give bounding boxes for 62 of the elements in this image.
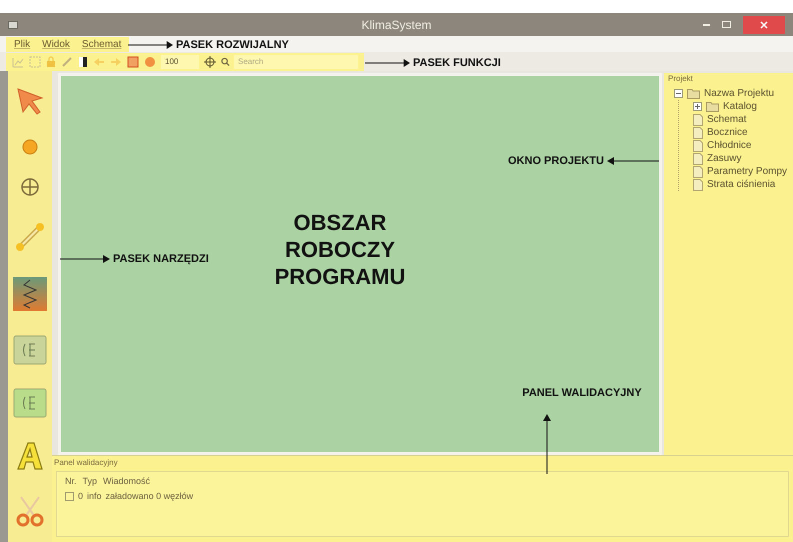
canvas-label: OBSZAR ROBOCZY PROGRAMU bbox=[274, 208, 406, 290]
menu-item[interactable]: Plik bbox=[14, 36, 30, 52]
search-field[interactable]: Search bbox=[234, 54, 358, 68]
spring-tile-icon[interactable] bbox=[12, 276, 48, 312]
annotation-arrow bbox=[128, 41, 173, 50]
folder-icon bbox=[687, 88, 700, 99]
column-header: Wiadomość bbox=[103, 475, 150, 488]
tree-item[interactable]: Chłodnice bbox=[707, 138, 752, 153]
maximize-button[interactable] bbox=[722, 21, 731, 28]
column-header: Typ bbox=[82, 475, 98, 488]
minimize-button[interactable] bbox=[703, 24, 710, 26]
folder-icon bbox=[706, 101, 719, 112]
valve-tile-icon[interactable] bbox=[13, 388, 47, 418]
zoom-field[interactable]: 100 bbox=[161, 54, 199, 68]
menu-item[interactable]: Schemat bbox=[82, 36, 122, 52]
close-icon bbox=[760, 20, 768, 28]
search-icon[interactable] bbox=[221, 56, 230, 66]
stop-icon[interactable] bbox=[144, 56, 156, 68]
valve-tile-icon[interactable] bbox=[13, 335, 47, 365]
file-icon bbox=[693, 140, 703, 152]
crosshair-icon[interactable] bbox=[204, 56, 216, 68]
annotation-label: PASEK ROZWIJALNY bbox=[176, 38, 289, 53]
tree-item[interactable]: Bocznice bbox=[707, 125, 748, 140]
table-cell: załadowano 0 węzłów bbox=[106, 490, 194, 503]
app-icon bbox=[8, 20, 18, 28]
panel-title: Panel walidacyjny bbox=[53, 457, 119, 469]
annotation-arrow bbox=[60, 255, 110, 264]
crosshair-circle-icon[interactable] bbox=[20, 177, 40, 198]
arrow-pointer-icon[interactable] bbox=[15, 86, 45, 116]
close-button[interactable] bbox=[743, 16, 785, 34]
collapse-icon[interactable] bbox=[674, 89, 683, 98]
annotation-arrow bbox=[365, 59, 410, 68]
tree-item[interactable]: Nazwa Projektu bbox=[704, 86, 774, 101]
circle-icon[interactable] bbox=[22, 138, 38, 155]
grid-icon[interactable] bbox=[127, 56, 139, 68]
eraser-icon[interactable] bbox=[78, 56, 88, 68]
scissors-icon[interactable] bbox=[15, 494, 45, 527]
expand-icon[interactable] bbox=[693, 102, 702, 111]
tree-item[interactable]: Schemat bbox=[707, 112, 746, 127]
menu-item[interactable]: Widok bbox=[42, 36, 70, 52]
file-icon bbox=[693, 126, 703, 138]
checkbox[interactable] bbox=[65, 492, 74, 501]
annotation-label: PASEK FUNKCJI bbox=[413, 56, 501, 71]
table-cell-text: 0 bbox=[78, 490, 84, 502]
file-icon bbox=[693, 152, 703, 164]
column-header: Nr. bbox=[65, 475, 77, 488]
tree-item[interactable]: Zasuwy bbox=[707, 151, 742, 166]
annotation-arrow bbox=[606, 157, 659, 166]
tree-item[interactable]: Katalog bbox=[723, 99, 757, 114]
panel-title: Projekt bbox=[668, 73, 693, 85]
file-icon bbox=[693, 166, 703, 178]
file-icon bbox=[693, 114, 703, 126]
window-title: KlimaSystem bbox=[360, 16, 432, 34]
wand-icon[interactable] bbox=[61, 56, 73, 68]
tree-item[interactable]: Parametry Pompy bbox=[707, 164, 788, 179]
file-icon bbox=[693, 178, 703, 190]
annotation-label: PASEK NARZĘDZI bbox=[113, 252, 209, 267]
annotation-label: OKNO PROJEKTU bbox=[508, 154, 604, 169]
tree-item[interactable]: Strata ciśnienia bbox=[707, 177, 776, 192]
table-cell-text: info bbox=[87, 490, 102, 502]
annotation-arrow bbox=[543, 414, 551, 474]
annotation-label: PANEL WALIDACYJNY bbox=[522, 386, 642, 401]
